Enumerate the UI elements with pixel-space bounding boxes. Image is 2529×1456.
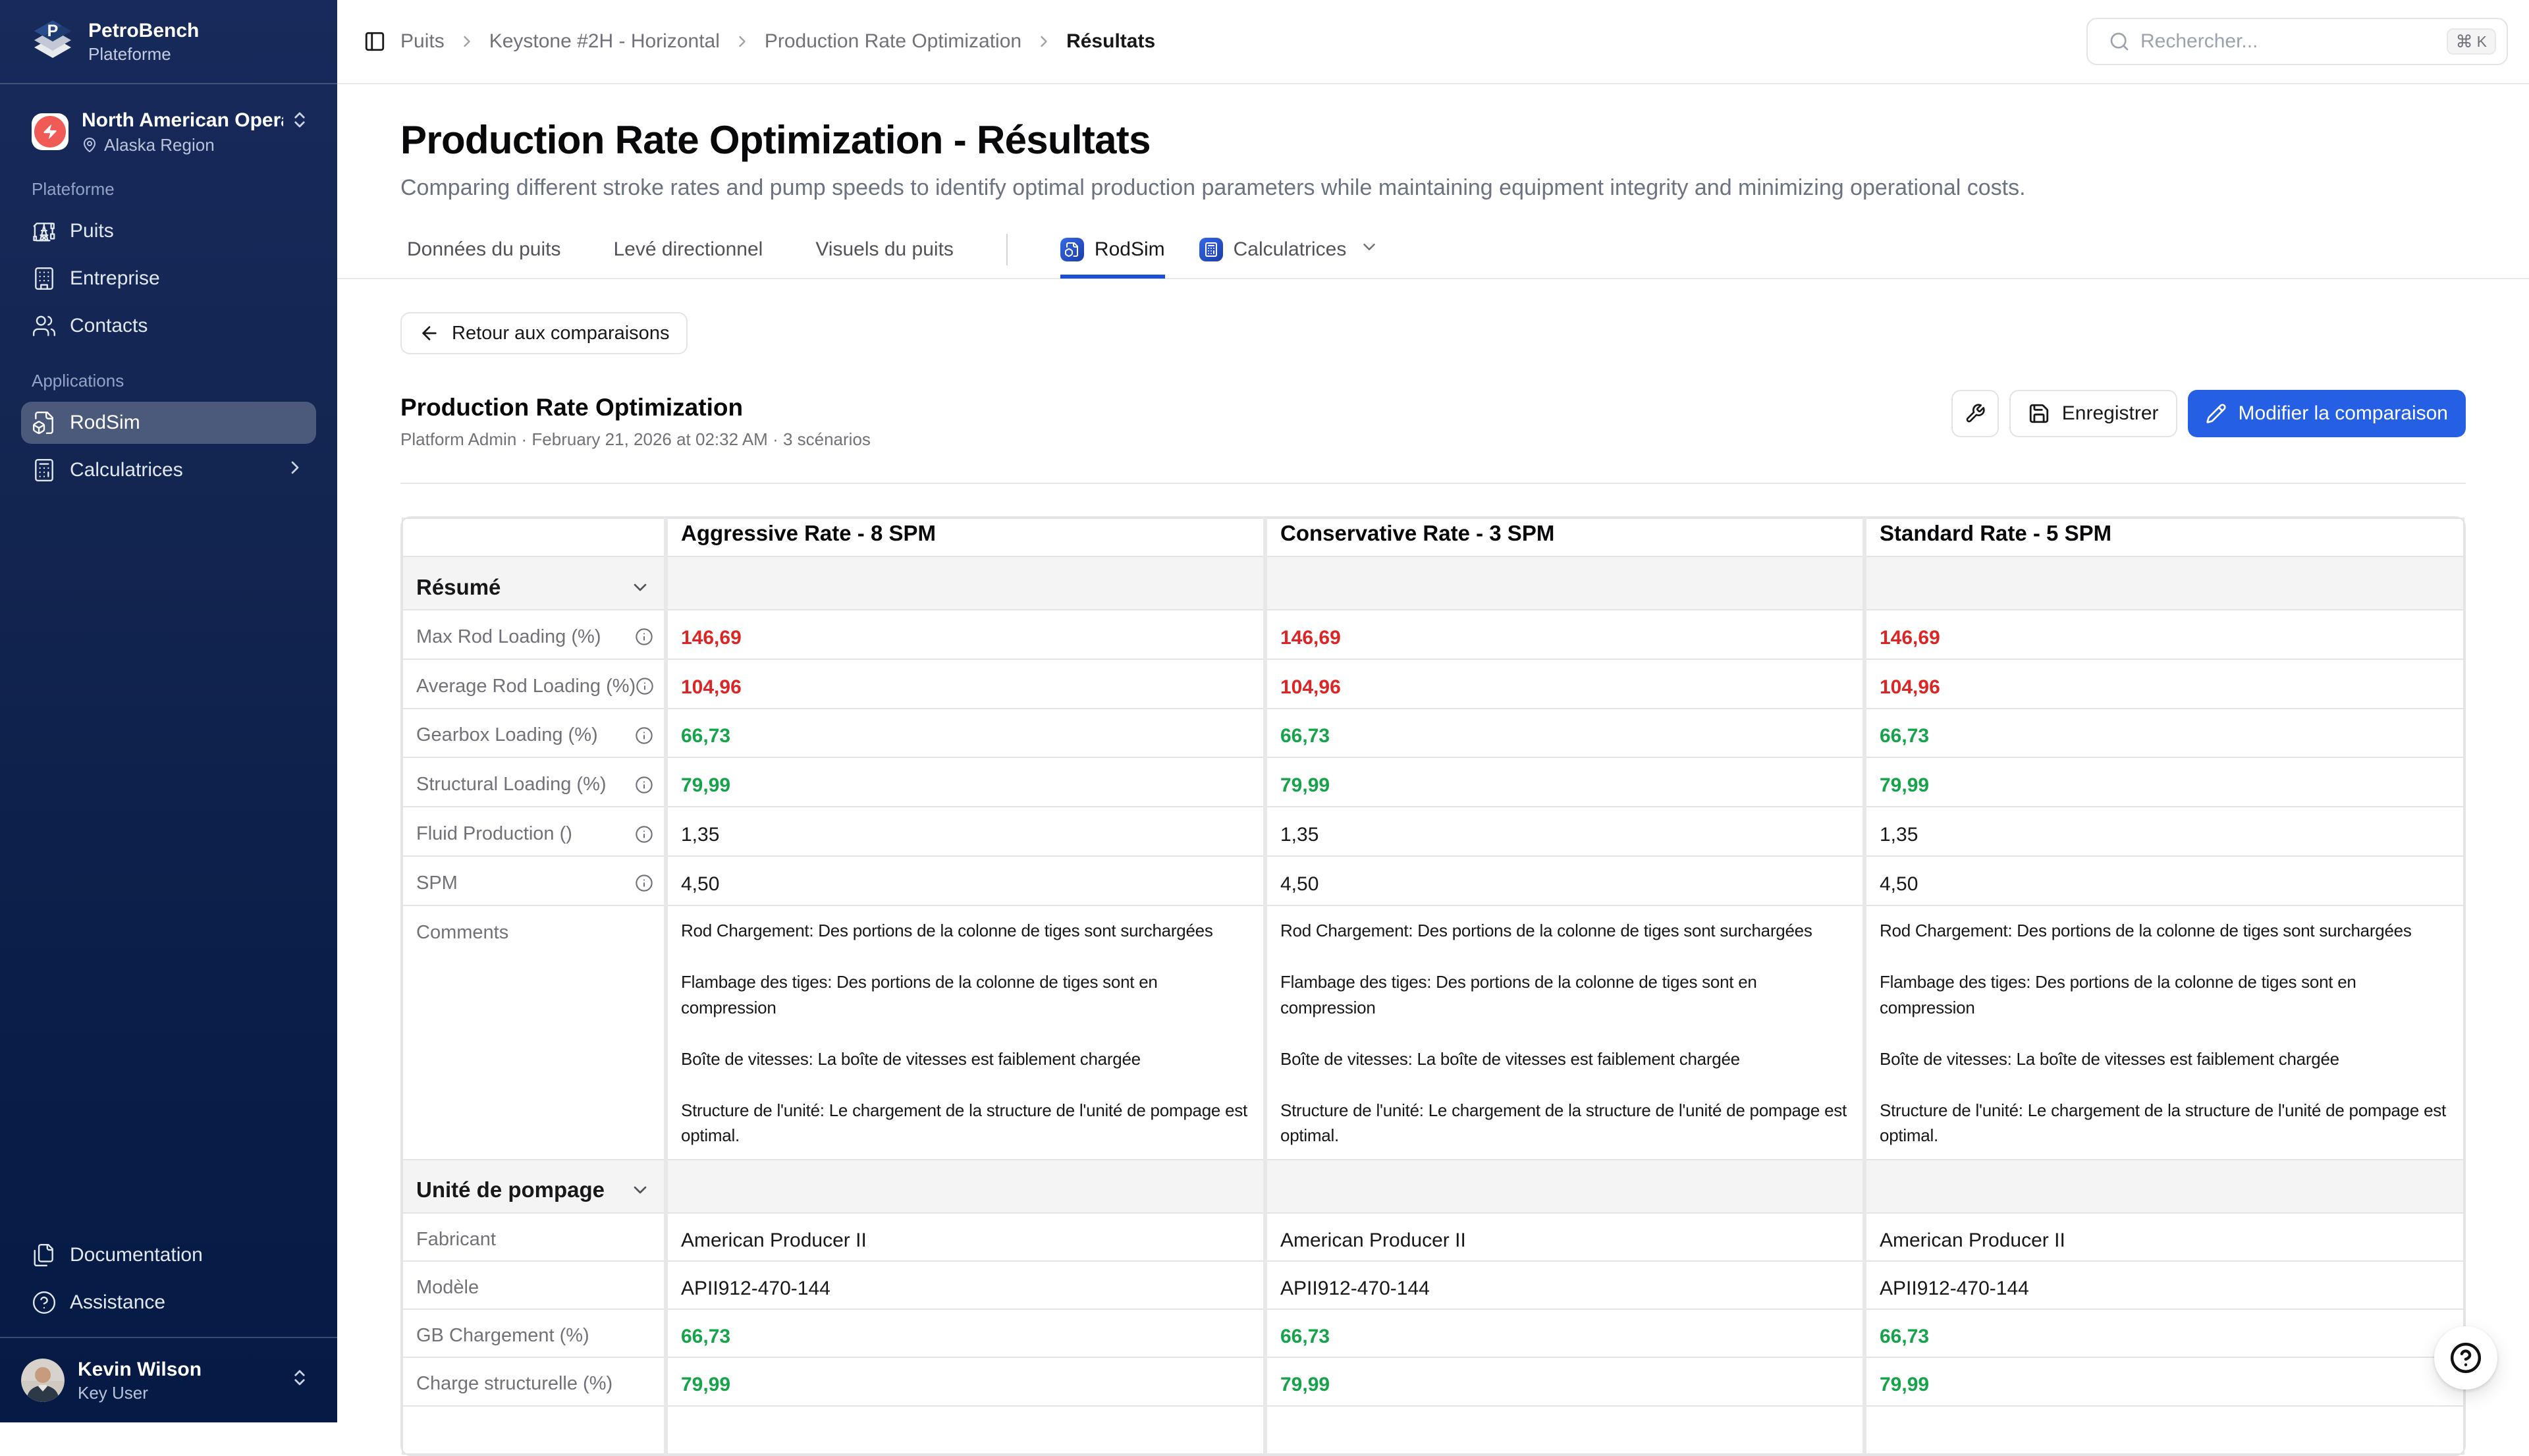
svg-text:P: P	[47, 22, 59, 40]
